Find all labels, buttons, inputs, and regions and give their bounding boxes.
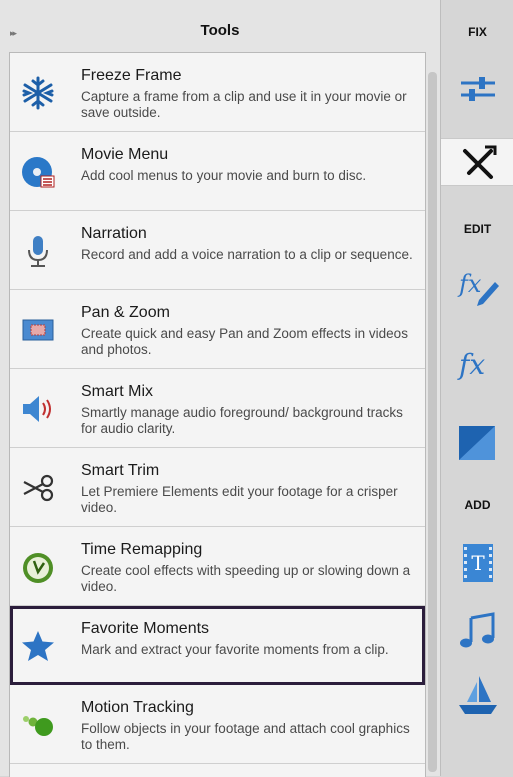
sliders-icon <box>461 77 495 101</box>
effects-button[interactable]: fx <box>455 340 501 386</box>
tool-name: Movie Menu <box>81 146 169 163</box>
tool-item-smart-trim[interactable]: Smart Trim Let Premiere Elements edit yo… <box>10 448 425 527</box>
speaker-icon <box>20 391 56 427</box>
tools-button[interactable] <box>441 138 513 186</box>
tool-item-motion-tracking[interactable]: Motion Tracking Follow objects in your f… <box>10 685 425 764</box>
tool-description: Add cool menus to your movie and burn to… <box>81 168 367 183</box>
tools-icon <box>463 145 497 179</box>
edit-section-label: EDIT <box>463 222 492 236</box>
transitions-button[interactable] <box>455 420 501 466</box>
star-icon <box>20 628 56 664</box>
tool-name: Favorite Moments <box>81 620 210 637</box>
pan-zoom-icon <box>20 312 56 348</box>
tool-item-smart-mix[interactable]: Smart Mix Smartly manage audio foregroun… <box>10 369 425 448</box>
add-section-label: ADD <box>464 498 491 512</box>
clock-icon <box>20 549 56 585</box>
svg-text:T: T <box>471 551 485 575</box>
tool-description: Record and add a voice narration to a cl… <box>81 247 413 262</box>
list-scrollbar[interactable] <box>428 72 437 772</box>
motion-dots-icon <box>20 707 56 743</box>
snowflake-icon <box>20 75 56 111</box>
tool-item-time-remapping[interactable]: Time Remapping Create cool effects with … <box>10 527 425 606</box>
tools-list: Freeze Frame Capture a frame from a clip… <box>9 52 426 777</box>
music-note-icon <box>460 612 495 648</box>
tool-description: Create cool effects with speeding up or … <box>81 563 411 594</box>
adjust-button[interactable] <box>455 66 501 112</box>
svg-text:fx: fx <box>457 348 485 381</box>
tool-item-freeze-frame[interactable]: Freeze Frame Capture a frame from a clip… <box>10 53 425 132</box>
tool-name: Smart Trim <box>81 462 160 479</box>
tool-item-favorite-moments[interactable]: Favorite Moments Mark and extract your f… <box>10 606 425 685</box>
tool-name: Smart Mix <box>81 383 153 400</box>
panel-title: Tools <box>200 22 240 39</box>
music-button[interactable] <box>455 608 501 654</box>
tool-name: Freeze Frame <box>81 67 182 84</box>
scissors-icon <box>20 470 56 506</box>
tool-name: Pan & Zoom <box>81 304 170 321</box>
title-t-icon: T <box>463 544 493 582</box>
tool-description: Create quick and easy Pan and Zoom effec… <box>81 326 408 357</box>
tool-item-narration[interactable]: Narration Record and add a voice narrati… <box>10 211 425 290</box>
sailboat-icon <box>459 676 497 714</box>
tools-panel: ▸▸ Tools Freeze Frame Capture a frame fr… <box>0 0 440 777</box>
tool-description: Smartly manage audio foreground/ backgro… <box>81 405 403 436</box>
svg-text:fx: fx <box>457 270 482 298</box>
tool-description: Capture a frame from a clip and use it i… <box>81 89 407 120</box>
tool-name: Motion Tracking <box>81 699 194 716</box>
fix-section-label: FIX <box>468 25 487 39</box>
right-toolbar: FIX EDIT fx fx ADD T <box>440 0 513 776</box>
titles-button[interactable]: T <box>455 540 501 586</box>
tool-item-movie-menu[interactable]: Movie Menu Add cool menus to your movie … <box>10 132 425 211</box>
tool-description: Let Premiere Elements edit your footage … <box>81 484 398 515</box>
disc-menu-icon <box>20 154 56 190</box>
tool-description: Follow objects in your footage and attac… <box>81 721 410 752</box>
microphone-icon <box>20 233 56 269</box>
fx-pencil-icon: fx <box>457 270 499 306</box>
applied-effects-button[interactable]: fx <box>455 262 501 308</box>
transition-icon <box>459 426 495 460</box>
tool-name: Time Remapping <box>81 541 203 558</box>
tool-item-pan-zoom[interactable]: Pan & Zoom Create quick and easy Pan and… <box>10 290 425 369</box>
graphics-button[interactable] <box>455 672 501 718</box>
tool-description: Mark and extract your favorite moments f… <box>81 642 389 657</box>
fx-icon: fx <box>457 348 485 381</box>
tool-name: Narration <box>81 225 147 242</box>
